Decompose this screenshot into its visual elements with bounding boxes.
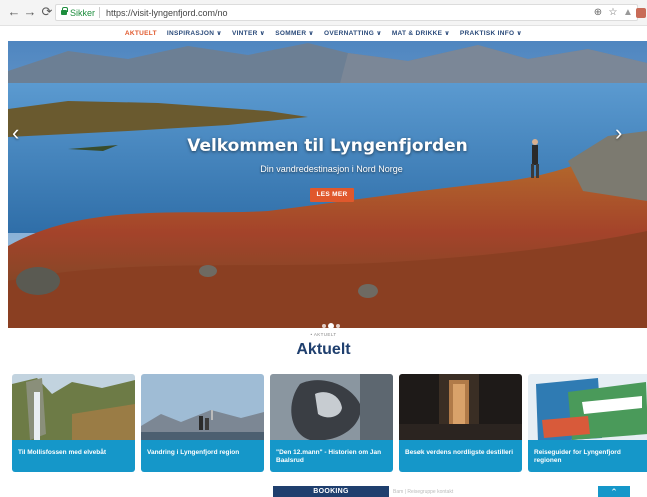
card-caption: "Den 12.mann" - Historien om Jan Baalsru… [270, 440, 393, 472]
slider-dot[interactable] [336, 323, 340, 328]
forward-arrow-icon[interactable]: → [23, 5, 37, 19]
news-card-reiseguider[interactable]: Reiseguider for Lyngenfjord regionen [528, 374, 647, 472]
booking-button[interactable]: BOOKING [273, 486, 389, 497]
hero-slider: ‹ › Velkommen til Lyngenfjorden Din vand… [8, 41, 647, 328]
card-image-waterfall [12, 374, 135, 444]
nav-item-aktuelt[interactable]: AKTUELT [125, 27, 157, 41]
nav-item-vinter[interactable]: VINTER ∨ [232, 27, 265, 41]
section-crumb: • AKTUELT [310, 332, 337, 337]
news-card-destilleri[interactable]: Besøk verdens nordligste destilleri [399, 374, 522, 472]
secure-label: Sikker [70, 8, 96, 18]
card-caption: Besøk verdens nordligste destilleri [399, 440, 522, 472]
nav-item-mat-drikke[interactable]: MAT & DRIKKE ∨ [392, 27, 450, 41]
card-image-film-still [270, 374, 393, 444]
card-caption: Vandring i Lyngenfjord region [141, 440, 264, 472]
card-image-hikers [141, 374, 264, 444]
lock-icon [61, 7, 68, 16]
hero-title: Velkommen til Lyngenfjorden [187, 136, 468, 156]
card-caption: Reiseguider for Lyngenfjord regionen [528, 440, 647, 472]
nav-item-inspirasjon[interactable]: INSPIRASJON ∨ [167, 27, 222, 41]
reload-icon[interactable]: ⟳ [40, 5, 54, 19]
news-card-mollisfossen[interactable]: Til Mollisfossen med elvebåt [12, 374, 135, 472]
address-bar[interactable]: Sikker https://visit-lyngenfjord.com/no … [55, 4, 646, 21]
news-card-jan-baalsrud[interactable]: "Den 12.mann" - Historien om Jan Baalsru… [270, 374, 393, 472]
bottom-side-text: Bam | Reisegruppe kontakt [393, 489, 454, 495]
card-caption: Til Mollisfossen med elvebåt [12, 440, 135, 472]
nav-item-praktisk-info[interactable]: PRAKTISK INFO ∨ [460, 27, 522, 41]
card-image-distillery [399, 374, 522, 444]
hero-image [8, 41, 647, 328]
bottom-bar: BOOKING Bam | Reisegruppe kontakt ⌃ [0, 486, 647, 497]
card-image-brochures [528, 374, 647, 444]
url-text[interactable]: https://visit-lyngenfjord.com/no [106, 7, 228, 19]
zoom-icon[interactable]: ⊕ [592, 7, 604, 19]
url-divider [99, 7, 100, 18]
scroll-to-top-chevron-icon[interactable]: ⌃ [598, 486, 630, 497]
browser-toolbar: ← → ⟳ Sikker https://visit-lyngenfjord.c… [0, 0, 647, 26]
nav-item-sommer[interactable]: SOMMER ∨ [275, 27, 314, 41]
extension-badge-icon[interactable] [636, 8, 646, 18]
extension-icon[interactable]: ▲ [622, 7, 634, 19]
read-more-button[interactable]: LES MER [310, 188, 354, 202]
news-card-vandring[interactable]: Vandring i Lyngenfjord region [141, 374, 264, 472]
slider-dot[interactable] [322, 323, 326, 328]
hero-subtitle: Din vandredestinasjon i Nord Norge [260, 164, 403, 174]
back-arrow-icon[interactable]: ← [7, 5, 21, 19]
slider-dots [321, 317, 341, 328]
nav-item-overnatting[interactable]: OVERNATTING ∨ [324, 27, 382, 41]
news-cards: Til Mollisfossen med elvebåt Vandring i … [12, 374, 647, 472]
slider-dot-active[interactable] [328, 322, 334, 328]
bookmark-star-icon[interactable]: ☆ [607, 7, 619, 19]
site-nav: AKTUELT INSPIRASJON ∨ VINTER ∨ SOMMER ∨ … [0, 27, 647, 41]
section-title: Aktuelt [296, 341, 351, 358]
